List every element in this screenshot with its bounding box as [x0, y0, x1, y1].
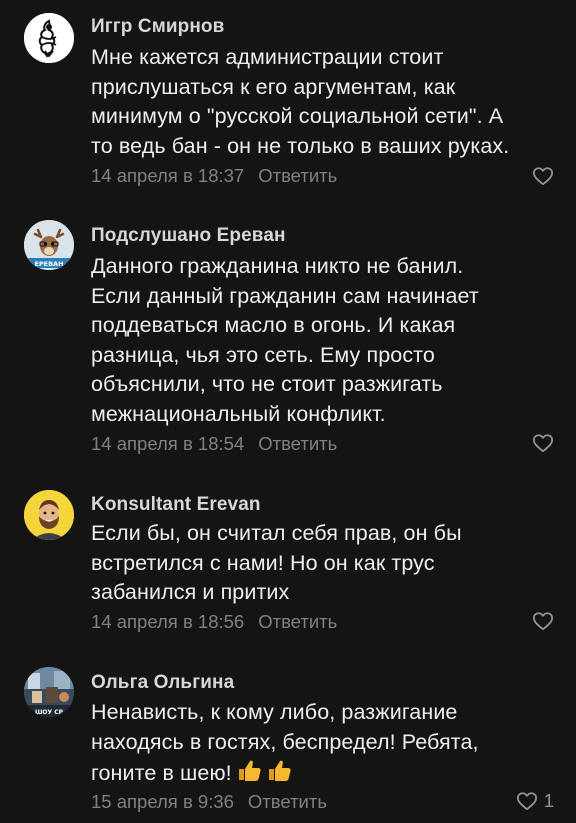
heart-icon	[533, 612, 553, 631]
comment-text-line: разница, чья это сеть. Ему просто	[91, 342, 435, 367]
like-button[interactable]	[532, 610, 554, 632]
room-photo-icon: ШОУ СР	[24, 667, 74, 717]
comment-text-line: Если данный гражданин сам начинает	[91, 283, 479, 308]
comment-date[interactable]: 15 апреля в 9:36	[91, 791, 234, 812]
like-button[interactable]	[532, 432, 554, 454]
comment-text-line: Мне кажется администрации стоит	[91, 45, 444, 69]
reply-button[interactable]: Ответить	[258, 165, 337, 186]
avatar-label: ШОУ СР	[35, 709, 64, 716]
avatar-label: ЕРЕВАН	[34, 260, 63, 268]
comment-date[interactable]: 14 апреля в 18:56	[91, 611, 244, 632]
comment-text-line: Если бы, он считал себя прав, он бы	[91, 521, 462, 545]
comment-text-line: то ведь бан - он не только в ваших руках…	[91, 133, 510, 158]
thumbs-up-icon	[236, 757, 262, 792]
comment-meta: 14 апреля в 18:37 Ответить	[91, 165, 337, 187]
comment-text: Ненависть, к кому либо, разжигание наход…	[91, 698, 561, 792]
comment-text-line: Ненависть, к кому либо, разжигание	[91, 700, 458, 724]
heart-icon	[516, 792, 537, 811]
comment-date[interactable]: 14 апреля в 18:37	[91, 165, 244, 186]
reply-button[interactable]: Ответить	[258, 433, 337, 454]
comment-author[interactable]: Konsultant Erevan	[91, 494, 261, 516]
comment-text-line: межнациональный конфликт.	[91, 401, 386, 426]
reply-button[interactable]: Ответить	[258, 611, 337, 632]
comment-text-line: Данного гражданина никто не банил.	[91, 254, 464, 278]
comment-text-line: минимум о "русской социальной сети". А	[91, 104, 504, 128]
author-avatar[interactable]: ШОУ СР	[24, 667, 74, 717]
comment-meta: 14 апреля в 18:54 Ответить	[91, 433, 337, 455]
comment-author[interactable]: Подслушано Ереван	[91, 225, 286, 247]
comment-date[interactable]: 14 апреля в 18:54	[91, 433, 244, 454]
author-avatar[interactable]	[24, 13, 74, 63]
like-button[interactable]	[532, 165, 554, 187]
bearded-man-icon	[24, 490, 74, 540]
comment-text-segment: гоните в шею!	[91, 761, 232, 785]
ornament-figure-icon	[24, 13, 74, 63]
comment-text-line: прислушаться к его аргументам, как	[91, 74, 456, 99]
author-avatar[interactable]	[24, 490, 74, 540]
comment-text-line: объяснили, что не стоит разжигать	[91, 372, 443, 396]
comment-author[interactable]: Ольга Ольгина	[91, 672, 234, 694]
comment-text: Если бы, он считал себя прав, он бы встр…	[91, 519, 561, 608]
like-count: 1	[543, 790, 554, 811]
thumbs-up-icon	[266, 757, 292, 792]
comment-author[interactable]: Иггр Смирнов	[91, 16, 224, 38]
author-avatar[interactable]: ЕРЕВАН	[24, 220, 74, 270]
comment-text: Данного гражданина никто не банил. Если …	[91, 252, 561, 429]
comment-text-line: забанился и притих	[91, 580, 290, 604]
comment-text-line: находясь в гостях, беспредел! Ребята,	[91, 729, 479, 754]
comment-meta: 15 апреля в 9:36 Ответить	[91, 791, 327, 813]
heart-icon	[533, 434, 553, 453]
comment-text: Мне кажется администрации стоит прислуша…	[91, 43, 561, 161]
comment-meta: 14 апреля в 18:56 Ответить	[91, 611, 337, 633]
reply-button[interactable]: Ответить	[248, 791, 327, 812]
comment-text-line: гоните в шею!	[91, 757, 561, 792]
comment-text-line: поддеваться масло в огонь. И какая	[91, 313, 456, 337]
comment-text-line: встретился с нами! Но он как трус	[91, 550, 435, 575]
like-button[interactable]: 1	[516, 790, 554, 812]
deer-icon: ЕРЕВАН	[24, 220, 74, 270]
heart-icon	[533, 167, 553, 186]
